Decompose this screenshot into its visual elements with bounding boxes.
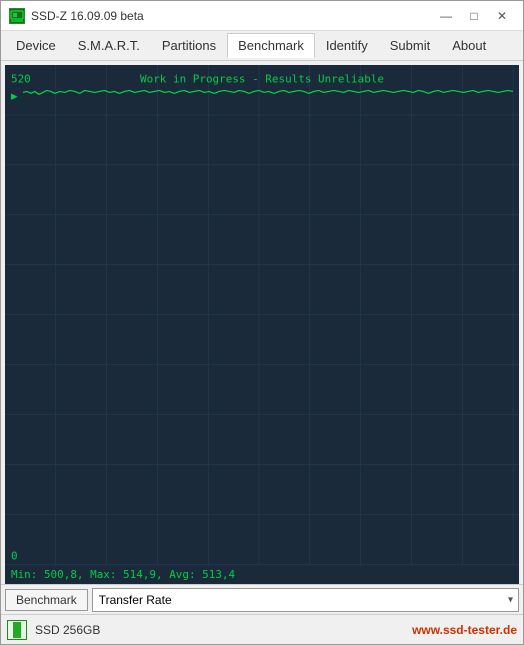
ssd-indicator bbox=[13, 622, 21, 638]
menu-item-benchmark[interactable]: Benchmark bbox=[227, 33, 315, 58]
brand-url: www.ssd-tester.de bbox=[412, 623, 517, 637]
svg-text:520: 520 bbox=[11, 73, 31, 86]
svg-text:Min: 500,8, Max: 514,9, Avg: 5: Min: 500,8, Max: 514,9, Avg: 513,4 bbox=[11, 568, 236, 581]
device-icon bbox=[7, 620, 27, 640]
svg-text:▶: ▶ bbox=[11, 89, 18, 102]
status-bar: SSD 256GB www.ssd-tester.de bbox=[1, 614, 523, 644]
menu-bar: Device S.M.A.R.T. Partitions Benchmark I… bbox=[1, 31, 523, 61]
title-bar: SSD-Z 16.09.09 beta — □ ✕ bbox=[1, 1, 523, 31]
title-bar-left: SSD-Z 16.09.09 beta bbox=[9, 8, 144, 24]
device-name: SSD 256GB bbox=[35, 623, 100, 637]
maximize-button[interactable]: □ bbox=[461, 6, 487, 26]
dropdown-wrapper: Transfer Rate Access Time IOPS ▾ bbox=[92, 588, 519, 612]
status-left: SSD 256GB bbox=[7, 620, 100, 640]
app-icon bbox=[9, 8, 25, 24]
window-controls: — □ ✕ bbox=[433, 6, 515, 26]
close-button[interactable]: ✕ bbox=[489, 6, 515, 26]
menu-item-submit[interactable]: Submit bbox=[379, 33, 441, 58]
menu-item-partitions[interactable]: Partitions bbox=[151, 33, 227, 58]
svg-text:0: 0 bbox=[11, 550, 18, 563]
menu-item-identify[interactable]: Identify bbox=[315, 33, 379, 58]
bottom-controls: Benchmark Transfer Rate Access Time IOPS… bbox=[1, 584, 523, 614]
svg-text:Work in Progress - Results Unr: Work in Progress - Results Unreliable bbox=[140, 73, 384, 86]
minimize-button[interactable]: — bbox=[433, 6, 459, 26]
app-window: SSD-Z 16.09.09 beta — □ ✕ Device S.M.A.R… bbox=[0, 0, 524, 645]
transfer-type-dropdown[interactable]: Transfer Rate Access Time IOPS bbox=[92, 588, 519, 612]
menu-item-device[interactable]: Device bbox=[5, 33, 67, 58]
benchmark-button[interactable]: Benchmark bbox=[5, 589, 88, 611]
window-title: SSD-Z 16.09.09 beta bbox=[31, 9, 144, 23]
menu-item-about[interactable]: About bbox=[441, 33, 497, 58]
benchmark-chart: 520 0 Work in Progress - Results Unrelia… bbox=[5, 65, 519, 584]
chart-area: 520 0 Work in Progress - Results Unrelia… bbox=[5, 65, 519, 584]
menu-item-smart[interactable]: S.M.A.R.T. bbox=[67, 33, 151, 58]
